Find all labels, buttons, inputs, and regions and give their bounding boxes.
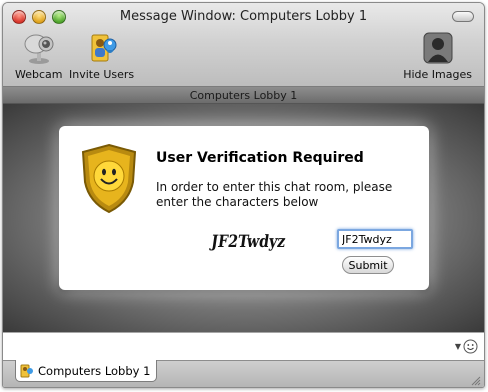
title-bar: Message Window: Computers Lobby 1 Webcam <box>3 3 484 87</box>
smiley-icon <box>463 339 478 354</box>
dialog-title: User Verification Required <box>156 150 364 166</box>
room-header: Computers Lobby 1 <box>3 87 484 104</box>
verification-dialog: User Verification Required In order to e… <box>59 126 429 290</box>
shield-smiley-icon <box>81 143 137 214</box>
invite-users-button[interactable]: Invite Users <box>69 31 134 81</box>
webcam-icon <box>24 34 54 64</box>
tab-bar: Computers Lobby 1 <box>3 360 484 387</box>
webcam-label: Webcam <box>15 68 63 81</box>
webcam-button[interactable]: Webcam <box>15 31 63 81</box>
toolbar-toggle-button[interactable] <box>452 11 474 22</box>
chevron-down-icon: ▼ <box>454 342 461 351</box>
captcha-image: JF2Twdyz <box>208 232 287 252</box>
hide-images-label: Hide Images <box>403 68 472 81</box>
verification-code-input[interactable] <box>337 229 413 249</box>
emoticon-picker[interactable]: ▼ <box>455 339 478 354</box>
invite-users-label: Invite Users <box>69 68 135 81</box>
tab-computers-lobby-1[interactable]: Computers Lobby 1 <box>15 360 158 382</box>
invite-users-icon <box>91 34 117 62</box>
submit-button[interactable]: Submit <box>342 256 394 274</box>
person-silhouette-icon <box>423 32 453 64</box>
window-title: Message Window: Computers Lobby 1 <box>119 9 368 24</box>
resize-handle[interactable] <box>470 375 481 386</box>
room-icon <box>20 364 33 377</box>
message-window: Message Window: Computers Lobby 1 Webcam <box>2 2 485 388</box>
dialog-message: In order to enter this chat room, please… <box>156 180 393 209</box>
captcha-text: JF2Twdyz <box>208 232 287 252</box>
hide-images-button[interactable]: Hide Images <box>403 31 472 81</box>
tab-label: Computers Lobby 1 <box>38 363 151 378</box>
message-input-area[interactable]: ▼ <box>3 332 484 360</box>
chat-transcript-area: User Verification Required In order to e… <box>3 104 484 332</box>
